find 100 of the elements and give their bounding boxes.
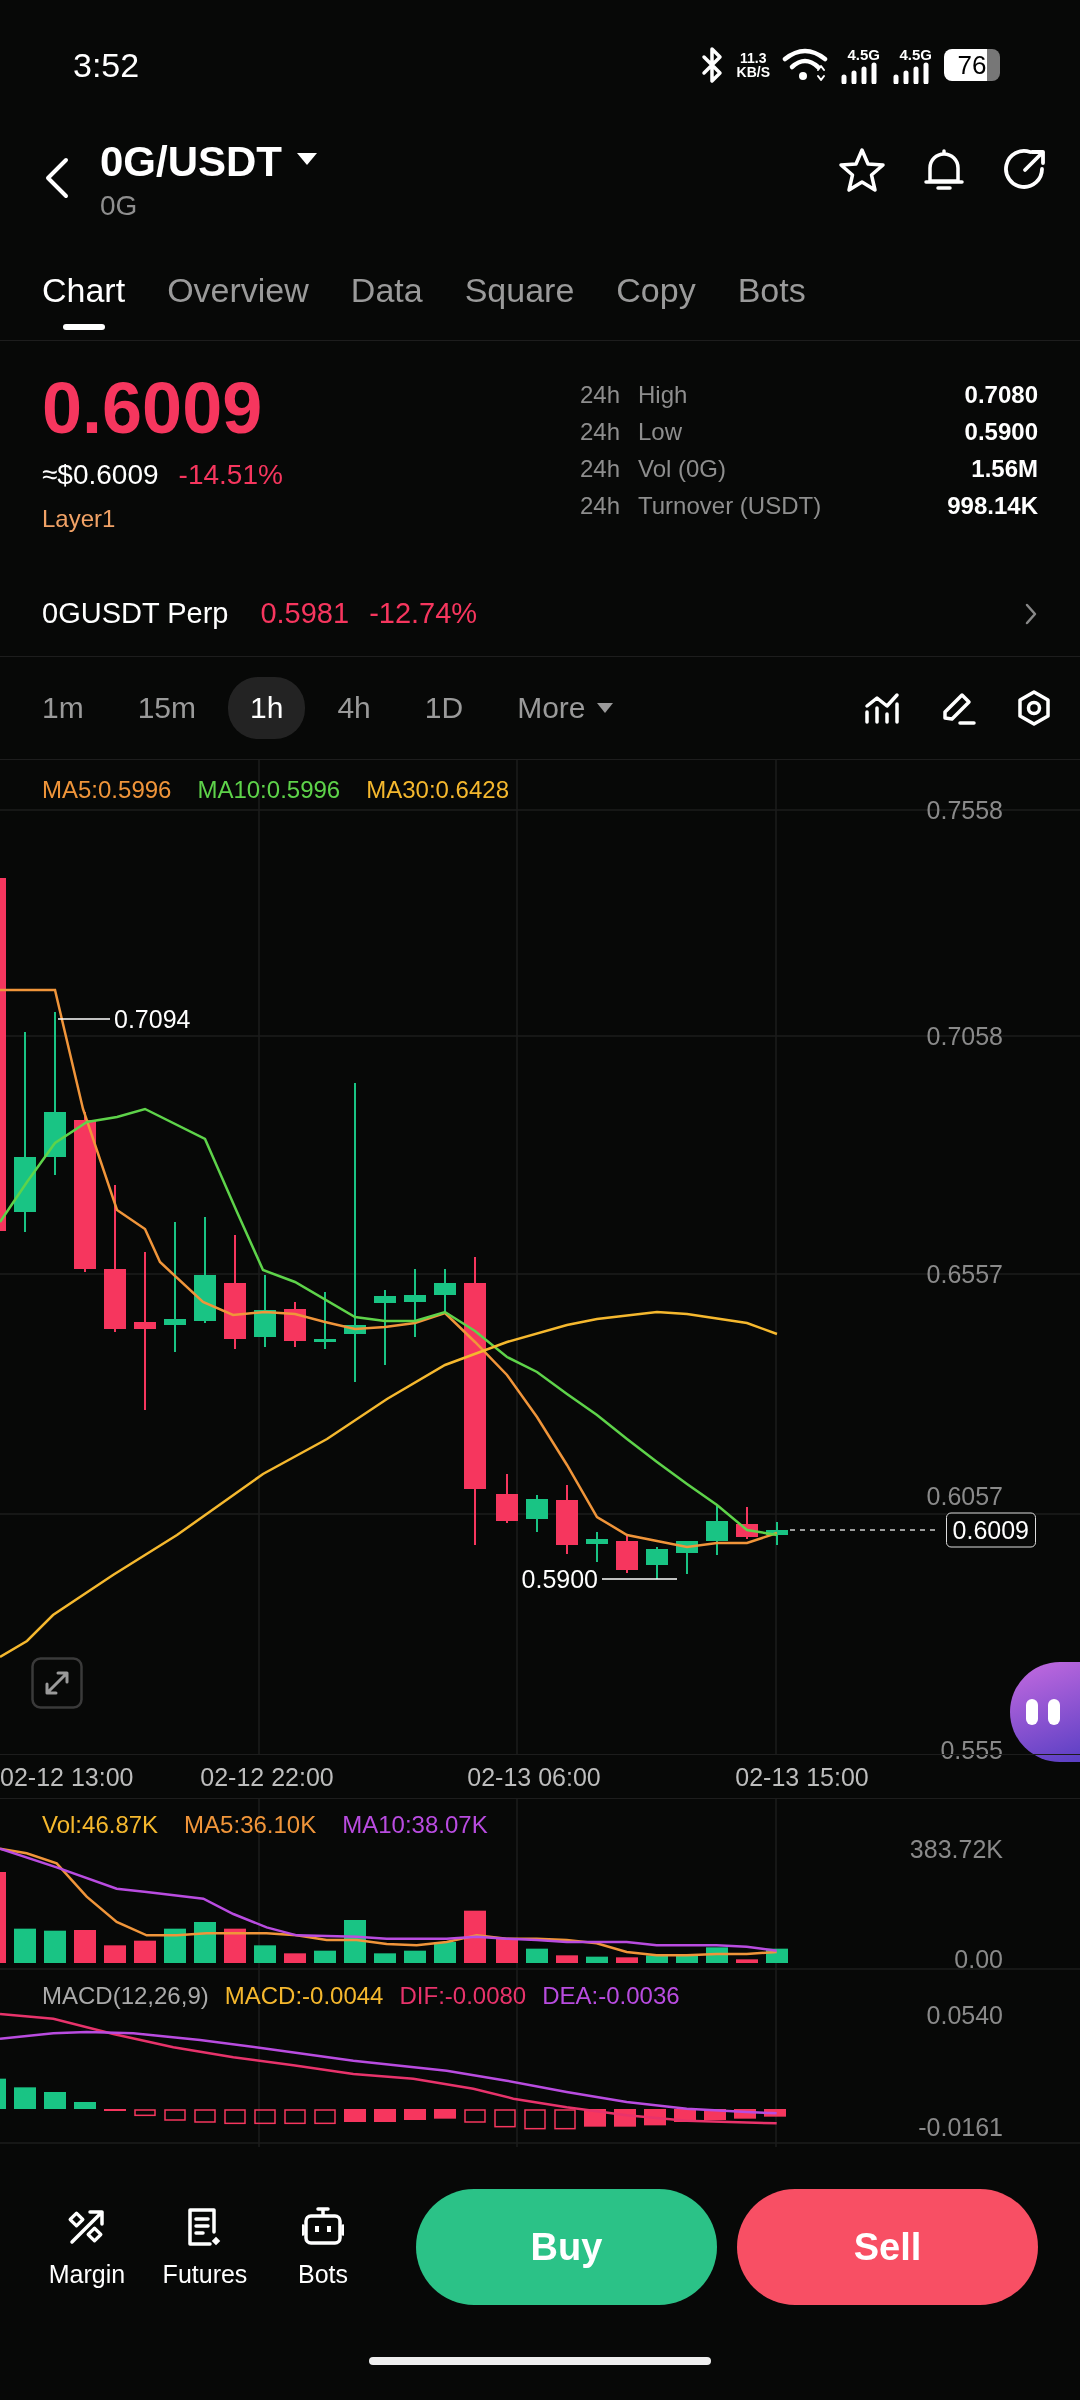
indicator-icon[interactable] — [864, 692, 900, 724]
tab[interactable]: Chart — [28, 250, 140, 330]
nav-button[interactable]: Bots — [264, 2205, 382, 2289]
chevron-right-icon — [1024, 601, 1038, 626]
stat-value: 1.56M — [971, 455, 1038, 483]
price-change: -14.51% — [178, 458, 283, 491]
axis-label: 0.0540 — [926, 2000, 1003, 2030]
axis-label: 02-12 13:00 — [0, 1763, 134, 1792]
histogram-bar — [764, 2109, 786, 2117]
histogram-bar — [524, 2109, 546, 2130]
candle — [314, 1291, 336, 1350]
network-speed-unit: KB/S — [736, 65, 770, 79]
last-price-tag: 0.6009 — [945, 1512, 1036, 1548]
signal-icon — [892, 61, 932, 84]
volume-bar — [404, 1950, 426, 1963]
volume-bar — [44, 1930, 66, 1963]
volume-bar — [496, 1938, 518, 1963]
volume-bar — [736, 1959, 758, 1963]
histogram-bar — [194, 2109, 216, 2123]
histogram-bar — [134, 2109, 156, 2117]
volume-bar — [314, 1950, 336, 1963]
axis-label: 02-12 22:00 — [200, 1763, 334, 1792]
wifi-icon — [782, 47, 828, 83]
low-price-marker: 0.5900 — [521, 1564, 598, 1594]
axis-label: -0.0161 — [918, 2112, 1003, 2142]
histogram-bar — [14, 2087, 36, 2109]
candle — [766, 1521, 788, 1546]
star-icon[interactable] — [838, 147, 886, 193]
interval-option[interactable]: 1m — [20, 677, 106, 739]
axis-label: 02-13 15:00 — [735, 1763, 869, 1792]
indicator-legend: MA10:38.07K — [342, 1811, 488, 1839]
tab[interactable]: Square — [450, 250, 589, 330]
status-time: 3:52 — [73, 45, 140, 85]
interval-option[interactable]: 1h — [228, 677, 306, 739]
candle — [736, 1506, 758, 1540]
interval-option[interactable]: 4h — [315, 677, 393, 739]
tab[interactable]: Bots — [723, 250, 820, 330]
candle — [526, 1494, 548, 1533]
pair-subtitle: 0G — [100, 190, 139, 222]
tab[interactable]: Data — [336, 250, 437, 330]
network-type-label: 4.5G — [899, 46, 932, 62]
volume-bar — [74, 1930, 96, 1963]
nav-button[interactable]: Futures — [146, 2205, 264, 2289]
stat-value: 0.5900 — [964, 418, 1038, 446]
interval-option[interactable]: 15m — [115, 677, 219, 739]
candle — [616, 1533, 638, 1574]
stat-label: Turnover (USDT) — [638, 492, 823, 520]
interval-option[interactable]: 1D — [402, 677, 486, 739]
category-tag[interactable]: Layer1 — [42, 504, 116, 533]
network-speed-value: 11.3 — [740, 51, 767, 65]
assistant-button[interactable] — [1010, 1662, 1080, 1762]
indicator-legend: MA10:0.5996 — [197, 776, 341, 804]
nav-button[interactable]: Margin — [28, 2205, 146, 2289]
volume-bar — [254, 1945, 276, 1963]
interval-dropdown[interactable]: More — [495, 677, 636, 739]
stat-value: 998.14K — [947, 492, 1038, 520]
stat-period: 24h — [580, 492, 622, 520]
caret-icon[interactable] — [296, 152, 319, 166]
indicator-legend: MA5:36.10K — [184, 1811, 317, 1839]
perp-change: -12.74% — [369, 597, 479, 630]
expand-icon[interactable] — [31, 1657, 83, 1709]
indicator-legend: MACD:-0.0044 — [224, 1982, 384, 2010]
volume-bar — [526, 1948, 548, 1963]
perp-row[interactable]: 0GUSDT Perp 0.5981 -12.74% — [0, 571, 1080, 657]
axis-label: 0.7058 — [926, 1021, 1003, 1051]
bell-icon[interactable] — [922, 147, 966, 193]
stat-label: Vol (0G) — [638, 455, 728, 483]
bots-icon — [302, 2205, 344, 2248]
leader-line — [57, 1018, 111, 1020]
axis-label: 0.6557 — [926, 1259, 1003, 1289]
pair-title[interactable]: 0G/USDT — [100, 138, 283, 186]
histogram-bar — [344, 2109, 366, 2122]
stat-period: 24h — [580, 418, 622, 446]
volume-bar — [616, 1957, 638, 1963]
candle — [556, 1484, 578, 1555]
volume-bar — [344, 1920, 366, 1963]
volume-bar — [104, 1945, 126, 1963]
tab[interactable]: Copy — [602, 250, 710, 330]
histogram-bar — [404, 2109, 426, 2120]
histogram-bar — [74, 2102, 96, 2109]
axis-label: 0.555 — [940, 1735, 1003, 1765]
stat-label: Low — [638, 418, 684, 446]
indicator-legend: DEA:-0.0036 — [542, 1982, 680, 2010]
indicator-legend: MACD(12,26,9) — [42, 1982, 209, 2010]
battery-percent: 76 — [957, 49, 987, 81]
pencil-icon[interactable] — [940, 690, 976, 726]
tab[interactable]: Overview — [153, 250, 323, 330]
axis-label: 383.72K — [909, 1834, 1003, 1864]
perp-name: 0GUSDT Perp — [42, 597, 229, 630]
indicator-legend: MA30:0.6428 — [366, 776, 509, 804]
last-price: 0.6009 — [42, 371, 263, 447]
volume-bar — [434, 1942, 456, 1963]
stat-period: 24h — [580, 381, 622, 409]
indicator-legend: Vol:46.87K — [42, 1811, 159, 1839]
volume-bar — [164, 1928, 186, 1963]
perp-price: 0.5981 — [260, 597, 350, 630]
histogram-bar — [164, 2109, 186, 2121]
candle — [706, 1504, 728, 1556]
volume-bar — [676, 1955, 698, 1963]
settings-icon[interactable] — [1016, 690, 1052, 726]
